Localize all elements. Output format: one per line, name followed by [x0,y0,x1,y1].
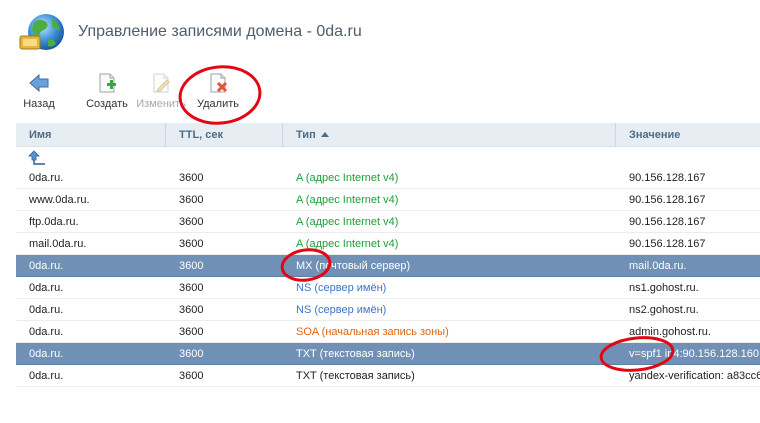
record-value-cell: 90.156.128.167 [629,216,706,228]
edit-button[interactable]: Изменить [136,68,186,116]
record-type-cell: A (адрес Internet v4) [296,172,399,184]
record-ttl-cell: 3600 [179,326,204,338]
record-name-cell: www.0da.ru. [29,194,90,206]
sort-ascending-icon [320,132,329,137]
record-type-cell: A (адрес Internet v4) [296,194,399,206]
record-ttl-cell: 3600 [179,304,204,316]
table-body: 0da.ru. 3600 A (адрес Internet v4) 90.156.1… [16,167,760,387]
record-name-cell: 0da.ru. [29,172,64,184]
record-value-cell: yandex-verification: a83cc6 [629,370,760,382]
table-row[interactable]: 0da.ru. 3600 MX (почтовый сервер) mail.0da.… [16,255,760,277]
record-ttl-cell: 3600 [179,348,204,360]
edit-button-label: Изменить [136,98,186,110]
record-value-cell: ns2.gohost.ru. [629,304,699,316]
record-name-cell: 0da.ru. [29,260,64,272]
column-header-type-label: Тип [296,129,316,141]
record-name-cell: 0da.ru. [29,282,64,294]
table-row[interactable]: 0da.ru. 3600 NS (сервер имён) ns1.gohost.ru… [16,277,760,299]
table-row[interactable]: 0da.ru. 3600 SOA (начальная запись зоны) ad… [16,321,760,343]
table-row[interactable]: www.0da.ru. 3600 A (адрес Internet v4) 90.1… [16,189,760,211]
table-row[interactable]: ftp.0da.ru. 3600 A (адрес Internet v4) 90.1… [16,211,760,233]
record-value-cell: ns1.gohost.ru. [629,282,699,294]
column-header-value[interactable]: Значение [616,123,760,147]
record-name-cell: 0da.ru. [29,304,64,316]
table-row[interactable]: 0da.ru. 3600 TXT (текстовая запись) v=spf1 … [16,343,760,365]
column-header-name-label: Имя [29,129,52,141]
record-type-cell: TXT (текстовая запись) [296,370,415,382]
record-value-cell: v=spf1 ip4:90.156.128.160 [629,348,759,360]
table-row[interactable]: 0da.ru. 3600 A (адрес Internet v4) 90.156.1… [16,167,760,189]
record-type-cell: SOA (начальная запись зоны) [296,326,449,338]
up-level-icon[interactable] [28,150,46,166]
record-type-cell: TXT (текстовая запись) [296,348,415,360]
record-value-cell: 90.156.128.167 [629,194,706,206]
back-button[interactable]: Назад [14,68,64,116]
record-ttl-cell: 3600 [179,216,204,228]
delete-button[interactable]: Удалить [195,68,241,116]
record-value-cell: 90.156.128.167 [629,172,706,184]
table-row[interactable]: 0da.ru. 3600 NS (сервер имён) ns2.gohost.ru… [16,299,760,321]
record-value-cell: admin.gohost.ru. [629,326,711,338]
parent-level-row [16,147,760,167]
record-type-cell: MX (почтовый сервер) [296,260,411,272]
record-ttl-cell: 3600 [179,282,204,294]
record-name-cell: 0da.ru. [29,348,64,360]
create-button-label: Создать [86,98,128,110]
delete-button-label: Удалить [197,98,239,110]
back-button-label: Назад [23,98,55,110]
record-name-cell: ftp.0da.ru. [29,216,79,228]
record-name-cell: mail.0da.ru. [29,238,87,250]
record-type-cell: A (адрес Internet v4) [296,216,399,228]
edit-document-icon [153,73,170,93]
page-title: Управление записями домена - 0da.ru [78,23,362,40]
table-header: Имя TTL, сек Тип Значение [16,123,760,147]
record-value-cell: 90.156.128.167 [629,238,706,250]
record-name-cell: 0da.ru. [29,326,64,338]
column-header-ttl-label: TTL, сек [179,129,224,141]
record-type-cell: NS (сервер имён) [296,282,387,294]
toolbar: Назад Создать Изменить Удалить [14,68,314,116]
column-header-type[interactable]: Тип [283,123,616,147]
column-header-name[interactable]: Имя [16,123,166,147]
domain-globe-icon [19,14,64,50]
record-type-cell: NS (сервер имён) [296,304,387,316]
record-ttl-cell: 3600 [179,172,204,184]
column-header-value-label: Значение [629,129,681,141]
record-ttl-cell: 3600 [179,260,204,272]
page-header: Управление записями домена - 0da.ru [18,8,718,58]
record-value-cell: mail.0da.ru. [629,260,687,272]
record-ttl-cell: 3600 [179,370,204,382]
column-header-ttl[interactable]: TTL, сек [166,123,283,147]
dns-records-table: Имя TTL, сек Тип Значение 0da.ru. 3600 A (… [16,123,760,387]
record-ttl-cell: 3600 [179,194,204,206]
record-type-cell: A (адрес Internet v4) [296,238,399,250]
new-document-icon [99,73,116,93]
back-arrow-icon [29,73,49,93]
record-ttl-cell: 3600 [179,238,204,250]
table-row[interactable]: 0da.ru. 3600 TXT (текстовая запись) yandex-… [16,365,760,387]
create-button[interactable]: Создать [84,68,130,116]
delete-document-icon [210,73,228,93]
record-name-cell: 0da.ru. [29,370,64,382]
table-row[interactable]: mail.0da.ru. 3600 A (адрес Internet v4) 90.… [16,233,760,255]
